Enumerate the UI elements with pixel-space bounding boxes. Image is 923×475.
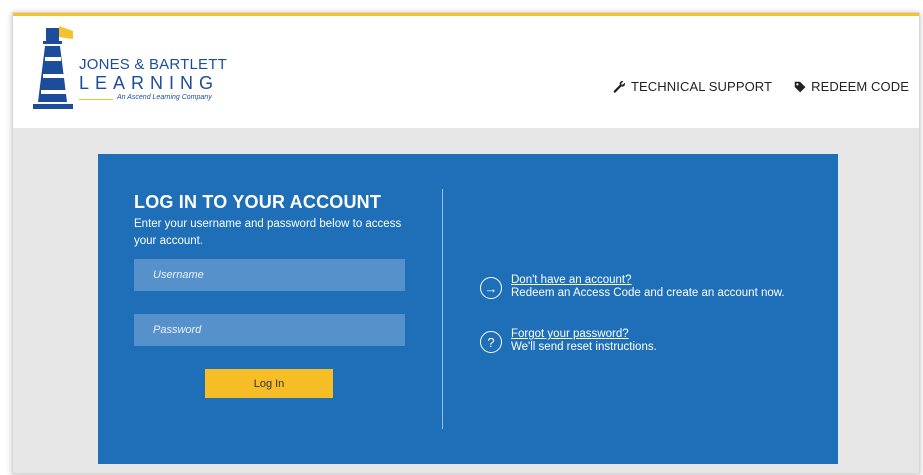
brand-name-line2: LEARNING [79, 73, 220, 93]
header-nav: TECHNICAL SUPPORT REDEEM CODE [613, 79, 909, 94]
login-title: LOG IN TO YOUR ACCOUNT [134, 192, 382, 212]
technical-support-link[interactable]: TECHNICAL SUPPORT [613, 79, 772, 94]
username-input[interactable] [134, 259, 405, 291]
arrow-right-circle-icon[interactable]: → [480, 277, 502, 299]
brand-rule [79, 99, 113, 100]
brand-logo[interactable]: JONES & BARTLETT LEARNING An Ascend Lear… [33, 24, 233, 114]
lighthouse-icon [33, 26, 73, 109]
forgot-password-description: We'll send reset instructions. [511, 341, 657, 353]
no-account-link[interactable]: Don't have an account? [511, 274, 785, 287]
technical-support-label: TECHNICAL SUPPORT [630, 79, 773, 94]
wrench-icon [613, 81, 625, 93]
tag-icon [794, 81, 806, 92]
question-circle-icon[interactable]: ? [480, 331, 502, 353]
brand-name-line1: JONES & BARTLETT [79, 56, 227, 73]
login-subtitle: Enter your username and password below t… [134, 218, 402, 247]
redeem-code-label: REDEEM CODE [811, 79, 909, 94]
site-header: JONES & BARTLETT LEARNING An Ascend Lear… [13, 16, 919, 128]
panel-divider [442, 189, 443, 429]
no-account-description: Redeem an Access Code and create an acco… [511, 287, 785, 299]
login-button[interactable]: Log In [205, 369, 333, 398]
signup-option: → Don't have an account? Redeem an Acces… [480, 274, 785, 300]
login-panel: LOG IN TO YOUR ACCOUNT Enter your userna… [98, 154, 838, 464]
redeem-code-link[interactable]: REDEEM CODE [794, 79, 909, 94]
browser-frame: JONES & BARTLETT LEARNING An Ascend Lear… [12, 12, 920, 474]
password-input[interactable] [134, 314, 405, 346]
forgot-option: ? Forgot your password? We'll send reset… [480, 328, 657, 354]
brand-tagline: An Ascend Learning Company [117, 94, 212, 101]
forgot-password-link[interactable]: Forgot your password? [511, 328, 657, 341]
